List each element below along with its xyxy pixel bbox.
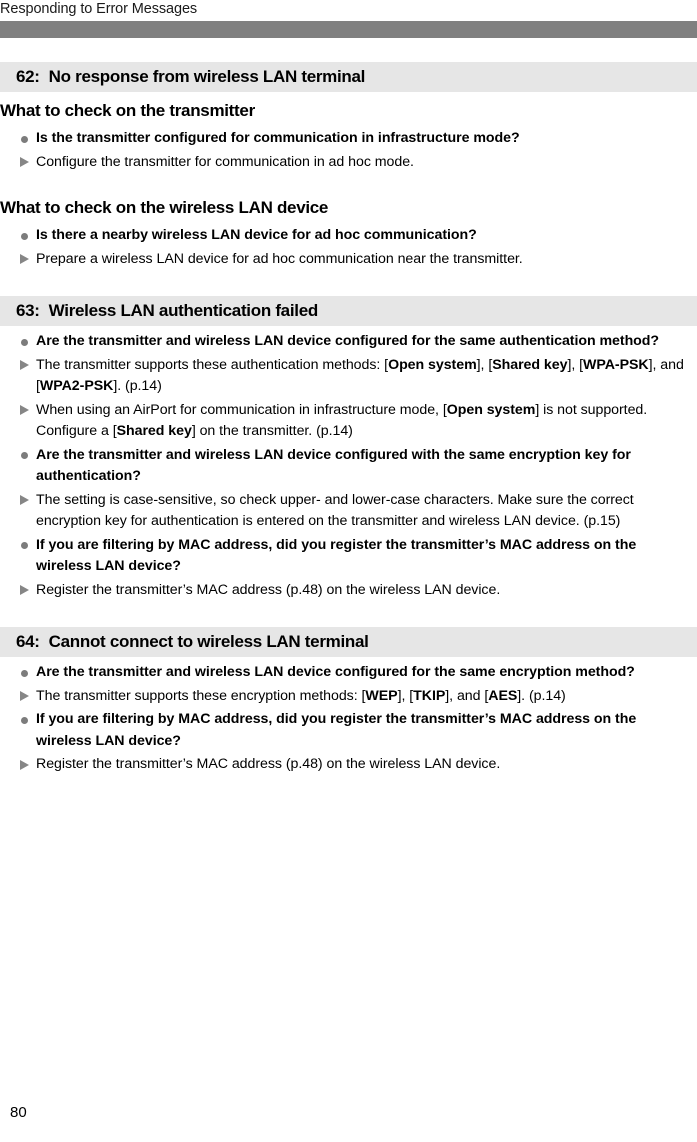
- arrow-right-icon: [20, 754, 34, 776]
- bullet-dot-icon: [20, 662, 34, 684]
- check-answer-item: The transmitter supports these encryptio…: [0, 686, 697, 708]
- check-answer-item: When using an AirPort for communication …: [0, 400, 697, 443]
- check-answer-item: The setting is case-sensitive, so check …: [0, 490, 697, 533]
- error-code-number: 63:: [16, 301, 40, 320]
- checklist-group: Are the transmitter and wireless LAN dev…: [0, 662, 697, 776]
- check-answer-item: Register the transmitter’s MAC address (…: [0, 754, 697, 776]
- arrow-right-icon: [20, 580, 34, 602]
- bullet-dot-icon: [20, 709, 34, 731]
- header-rule: [0, 21, 697, 38]
- bullet-dot-icon: [20, 331, 34, 353]
- arrow-right-icon: [20, 152, 34, 174]
- item-text: Is the transmitter configured for commun…: [36, 130, 520, 146]
- arrow-right-icon: [20, 400, 34, 422]
- item-text: The transmitter supports these authentic…: [36, 356, 684, 395]
- error-code-banner: 62: No response from wireless LAN termina…: [0, 62, 697, 92]
- item-text: If you are filtering by MAC address, did…: [36, 536, 637, 575]
- error-code-number: 62:: [16, 67, 40, 86]
- check-answer-item: Register the transmitter’s MAC address (…: [0, 580, 697, 602]
- item-text: The transmitter supports these encryptio…: [36, 687, 566, 704]
- check-question-item: Are the transmitter and wireless LAN dev…: [0, 662, 697, 684]
- arrow-right-icon: [20, 249, 34, 271]
- check-question-item: Are the transmitter and wireless LAN dev…: [0, 445, 697, 488]
- bullet-dot-icon: [20, 128, 34, 150]
- item-text: Register the transmitter’s MAC address (…: [36, 756, 501, 772]
- arrow-right-icon: [20, 686, 34, 708]
- bullet-dot-icon: [20, 535, 34, 557]
- arrow-right-icon: [20, 355, 34, 377]
- check-question-item: If you are filtering by MAC address, did…: [0, 709, 697, 752]
- item-text: Are the transmitter and wireless LAN dev…: [36, 446, 631, 485]
- subsection-heading: What to check on the wireless LAN device: [0, 198, 329, 217]
- page-content: 62: No response from wireless LAN termina…: [0, 62, 697, 778]
- subsection-heading: What to check on the transmitter: [0, 101, 255, 120]
- arrow-right-icon: [20, 490, 34, 512]
- checklist-group: Is there a nearby wireless LAN device fo…: [0, 225, 697, 270]
- check-question-item: Are the transmitter and wireless LAN dev…: [0, 331, 697, 353]
- check-answer-item: Prepare a wireless LAN device for ad hoc…: [0, 249, 697, 271]
- error-code-title: Cannot connect to wireless LAN terminal: [48, 632, 369, 651]
- error-code-banner: 63: Wireless LAN authentication failed: [0, 296, 697, 326]
- item-text: Configure the transmitter for communicat…: [36, 153, 414, 170]
- item-text: Prepare a wireless LAN device for ad hoc…: [36, 250, 523, 267]
- check-answer-item: Configure the transmitter for communicat…: [0, 152, 697, 174]
- check-question-item: If you are filtering by MAC address, did…: [0, 535, 697, 578]
- item-text: Register the transmitter’s MAC address (…: [36, 581, 501, 598]
- bullet-dot-icon: [20, 225, 34, 247]
- item-text: Is there a nearby wireless LAN device fo…: [36, 227, 477, 243]
- item-text: The setting is case-sensitive, so check …: [36, 491, 634, 530]
- error-code-title: No response from wireless LAN terminal: [48, 67, 366, 86]
- error-code-banner: 64: Cannot connect to wireless LAN termin…: [0, 627, 697, 657]
- document-page: Responding to Error Messages 62: No respo…: [0, 0, 697, 1142]
- check-question-item: Is there a nearby wireless LAN device fo…: [0, 225, 697, 247]
- checklist-group: Is the transmitter configured for commun…: [0, 128, 697, 173]
- check-question-item: Is the transmitter configured for commun…: [0, 128, 697, 150]
- page-number: 80: [10, 1104, 27, 1121]
- item-text: If you are filtering by MAC address, did…: [36, 711, 637, 749]
- error-code-title: Wireless LAN authentication failed: [48, 301, 319, 320]
- running-header-title: Responding to Error Messages: [0, 1, 198, 17]
- check-answer-item: The transmitter supports these authentic…: [0, 355, 697, 398]
- item-text: Are the transmitter and wireless LAN dev…: [36, 333, 660, 349]
- item-text: Are the transmitter and wireless LAN dev…: [36, 664, 635, 680]
- error-code-number: 64:: [16, 632, 40, 651]
- checklist-group: Are the transmitter and wireless LAN dev…: [0, 331, 697, 601]
- bullet-dot-icon: [20, 445, 34, 467]
- item-text: When using an AirPort for communication …: [36, 401, 648, 440]
